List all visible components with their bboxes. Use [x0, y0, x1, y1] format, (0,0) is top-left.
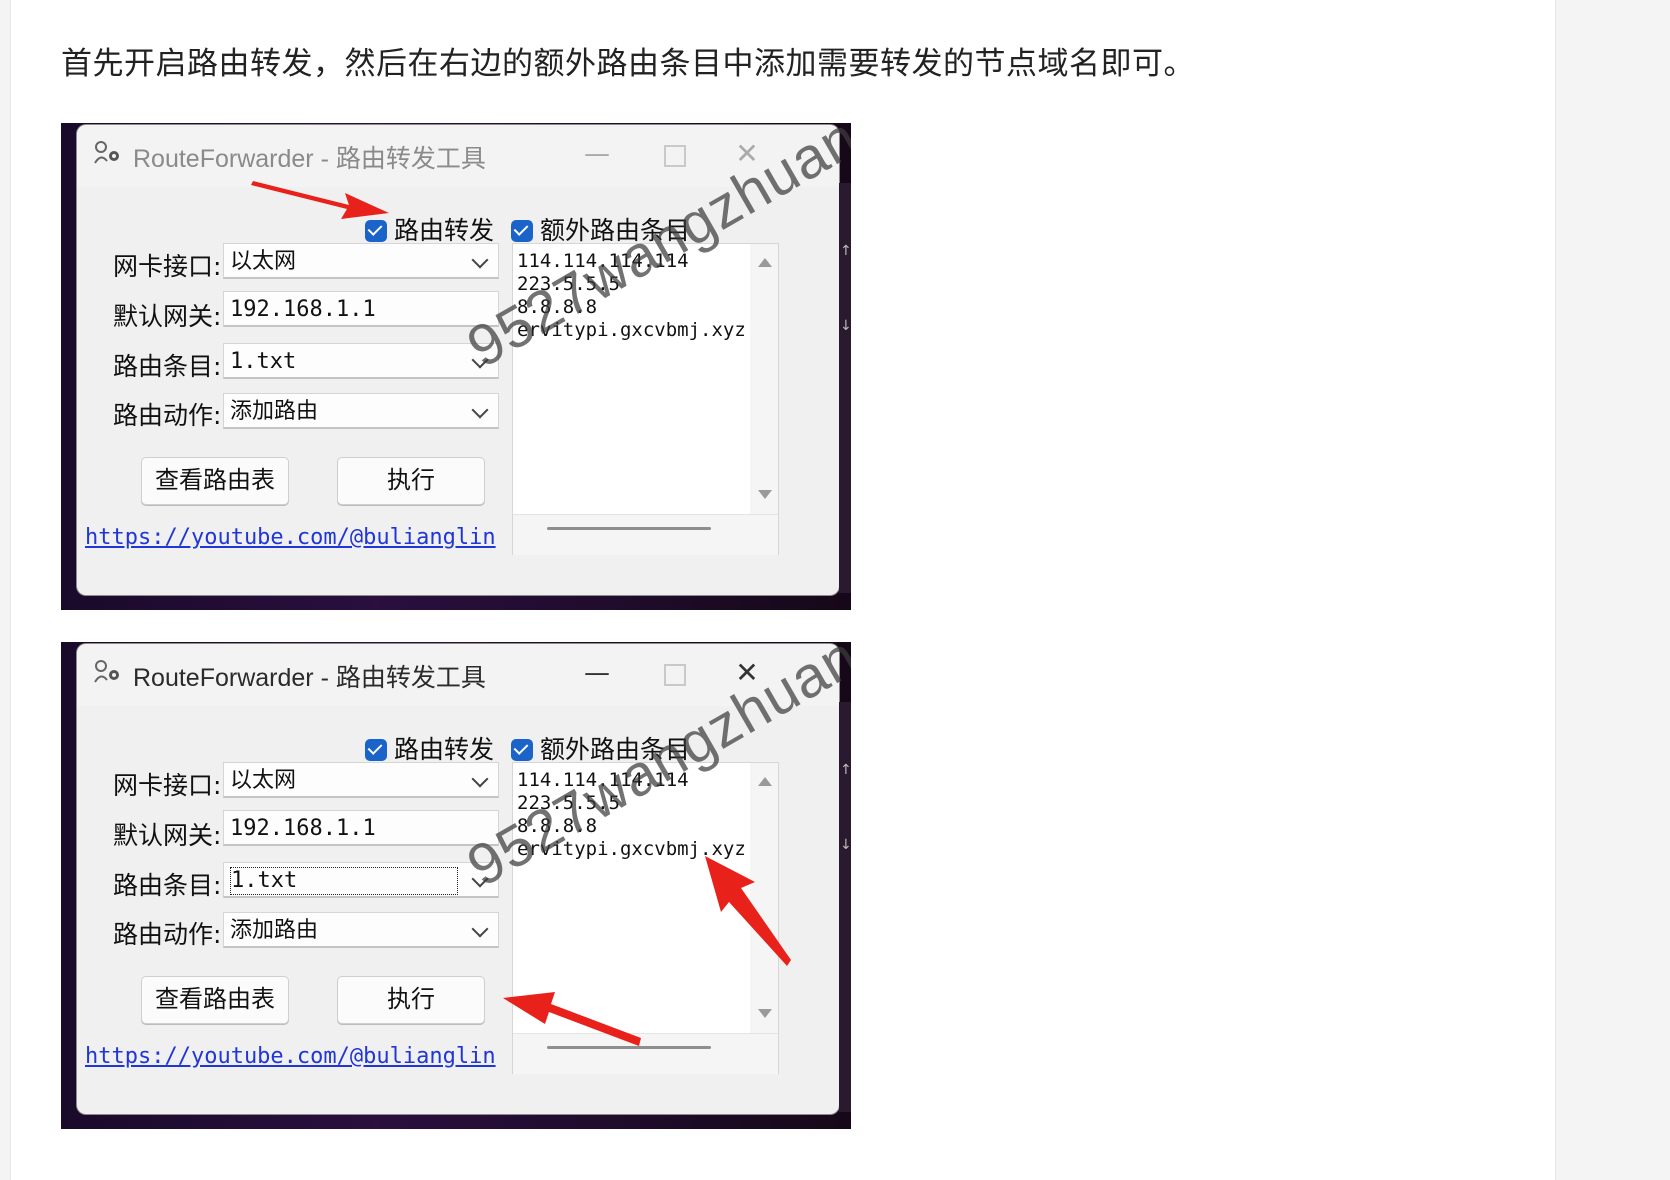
extra-routes-label: 额外路由条目	[540, 735, 691, 764]
chevron-down-icon	[471, 770, 489, 788]
vertical-scrollbar[interactable]	[750, 244, 778, 514]
route-forwarder-window: RouteForwarder - 路由转发工具 — ✕ 路由转发 额外路由条目 …	[77, 125, 839, 595]
nic-value: 以太网	[230, 249, 297, 274]
horizontal-scrollbar[interactable]	[513, 1033, 778, 1074]
nic-label: 网卡接口:	[113, 771, 222, 800]
scroll-down-icon[interactable]	[758, 490, 772, 499]
route-entry: 8.8.8.8	[517, 296, 598, 318]
arrow-down-icon: ↓	[840, 318, 851, 334]
view-route-table-button[interactable]: 查看路由表	[141, 976, 289, 1024]
route-forward-label: 路由转发	[394, 735, 495, 764]
entries-select[interactable]: 1.txt	[223, 343, 499, 379]
route-entry: ervitypi.gxcvbmj.xyz	[517, 319, 746, 341]
nic-label: 网卡接口:	[113, 252, 222, 281]
action-value: 添加路由	[230, 918, 319, 943]
article-intro-text: 首先开启路由转发，然后在右边的额外路由条目中添加需要转发的节点域名即可。	[61, 46, 1195, 82]
chevron-down-icon	[471, 351, 489, 369]
route-forwarder-window: RouteForwarder - 路由转发工具 — ✕ 路由转发 额外路由条目 …	[77, 644, 839, 1114]
scrollbar-thumb[interactable]	[547, 1046, 711, 1049]
maximize-button[interactable]	[655, 137, 695, 171]
route-forward-checkbox[interactable]: 路由转发	[365, 730, 494, 764]
entries-value: 1.txt	[230, 867, 458, 895]
chevron-down-icon	[471, 401, 489, 419]
youtube-link[interactable]: https://youtube.com/@bulianglin	[85, 525, 496, 550]
execute-button[interactable]: 执行	[337, 976, 485, 1024]
chevron-down-icon	[471, 870, 489, 888]
screenshot-2: RouteForwarder - 路由转发工具 — ✕ 路由转发 额外路由条目 …	[61, 642, 851, 1129]
screenshot-1: RouteForwarder - 路由转发工具 — ✕ 路由转发 额外路由条目 …	[61, 123, 851, 610]
execute-button[interactable]: 执行	[337, 457, 485, 505]
title-bar: RouteForwarder - 路由转发工具 — ✕	[77, 125, 839, 187]
minimize-button[interactable]: —	[577, 656, 617, 690]
entries-label: 路由条目:	[113, 352, 222, 381]
maximize-icon	[664, 145, 686, 167]
window-title: RouteForwarder - 路由转发工具	[133, 664, 486, 692]
maximize-icon	[664, 664, 686, 686]
entries-label: 路由条目:	[113, 871, 222, 900]
scrollbar-thumb[interactable]	[547, 527, 711, 530]
nic-select[interactable]: 以太网	[223, 762, 499, 798]
scroll-down-icon[interactable]	[758, 1009, 772, 1018]
title-bar: RouteForwarder - 路由转发工具 — ✕	[77, 644, 839, 706]
extra-routes-textarea[interactable]: 114.114.114.114 223.5.5.5 8.8.8.8 ervity…	[512, 243, 779, 555]
checkmark-icon	[365, 220, 387, 242]
background-window-edge: ↑ ↓	[839, 183, 851, 593]
action-value: 添加路由	[230, 399, 319, 424]
route-entry: 114.114.114.114	[517, 769, 689, 791]
route-forward-label: 路由转发	[394, 216, 495, 245]
entries-value: 1.txt	[230, 349, 297, 374]
route-entry: 8.8.8.8	[517, 815, 598, 837]
action-label: 路由动作:	[113, 920, 222, 949]
app-icon	[94, 141, 119, 164]
route-entry: ervitypi.gxcvbmj.xyz	[517, 838, 746, 860]
app-icon	[94, 660, 119, 683]
extra-routes-label: 额外路由条目	[540, 216, 691, 245]
gateway-input[interactable]: 192.168.1.1	[223, 291, 499, 327]
extra-routes-textarea[interactable]: 114.114.114.114 223.5.5.5 8.8.8.8 ervity…	[512, 762, 779, 1074]
view-route-table-button[interactable]: 查看路由表	[141, 457, 289, 505]
chevron-down-icon	[471, 251, 489, 269]
route-entry: 223.5.5.5	[517, 273, 620, 295]
article-page: 首先开启路由转发，然后在右边的额外路由条目中添加需要转发的节点域名即可。 Rou…	[10, 0, 1556, 1180]
action-select[interactable]: 添加路由	[223, 912, 499, 948]
window-title: RouteForwarder - 路由转发工具	[133, 145, 486, 173]
checkmark-icon	[365, 739, 387, 761]
gateway-label: 默认网关:	[113, 302, 222, 331]
scroll-up-icon[interactable]	[758, 777, 772, 786]
action-select[interactable]: 添加路由	[223, 393, 499, 429]
minimize-button[interactable]: —	[577, 137, 617, 171]
horizontal-scrollbar[interactable]	[513, 514, 778, 555]
close-button[interactable]: ✕	[727, 656, 767, 690]
background-window-edge: ↑ ↓	[839, 702, 851, 1112]
maximize-button[interactable]	[655, 656, 695, 690]
extra-routes-checkbox[interactable]: 额外路由条目	[511, 211, 690, 245]
arrow-up-icon: ↑	[840, 762, 851, 778]
nic-value: 以太网	[230, 768, 297, 793]
youtube-link[interactable]: https://youtube.com/@bulianglin	[85, 1044, 496, 1069]
chevron-down-icon	[471, 920, 489, 938]
arrow-up-icon: ↑	[840, 243, 851, 259]
checkmark-icon	[511, 739, 533, 761]
checkmark-icon	[511, 220, 533, 242]
gateway-value: 192.168.1.1	[230, 297, 376, 322]
route-forward-checkbox[interactable]: 路由转发	[365, 211, 494, 245]
route-entry: 114.114.114.114	[517, 250, 689, 272]
close-button[interactable]: ✕	[727, 137, 767, 171]
entries-select[interactable]: 1.txt	[223, 862, 499, 898]
scroll-up-icon[interactable]	[758, 258, 772, 267]
nic-select[interactable]: 以太网	[223, 243, 499, 279]
gateway-value: 192.168.1.1	[230, 816, 376, 841]
action-label: 路由动作:	[113, 401, 222, 430]
route-entry: 223.5.5.5	[517, 792, 620, 814]
vertical-scrollbar[interactable]	[750, 763, 778, 1033]
gateway-label: 默认网关:	[113, 821, 222, 850]
arrow-down-icon: ↓	[840, 837, 851, 853]
extra-routes-checkbox[interactable]: 额外路由条目	[511, 730, 690, 764]
gateway-input[interactable]: 192.168.1.1	[223, 810, 499, 846]
